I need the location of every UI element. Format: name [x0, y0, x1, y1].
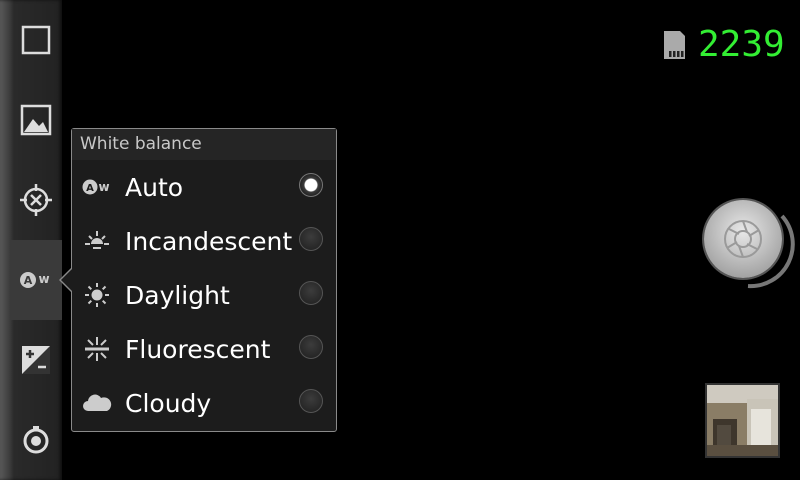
option-auto[interactable]: Aw Auto: [72, 160, 336, 214]
option-fluorescent[interactable]: Fluorescent: [72, 322, 336, 376]
scene-mode-button[interactable]: [10, 80, 62, 160]
radio-button[interactable]: [299, 227, 323, 251]
radio-button[interactable]: [299, 281, 323, 305]
option-incandescent[interactable]: Incandescent: [72, 214, 336, 268]
shutter-icon: [704, 200, 782, 278]
cloudy-icon: [82, 388, 112, 418]
svg-text:w: w: [98, 180, 109, 194]
white-balance-auto-icon: Aw: [82, 172, 112, 202]
option-label: Auto: [125, 172, 184, 202]
radio-button[interactable]: [299, 335, 323, 359]
svg-text:w: w: [38, 272, 49, 286]
shutter-button[interactable]: [700, 196, 796, 292]
option-daylight[interactable]: Daylight: [72, 268, 336, 322]
radio-button-selected[interactable]: [299, 173, 323, 197]
option-label: Cloudy: [125, 388, 212, 418]
photo-preview-image: [707, 385, 778, 456]
fluorescent-icon: [82, 334, 112, 364]
popup-title: White balance: [72, 129, 336, 160]
option-label: Incandescent: [125, 226, 293, 256]
focus-mode-button[interactable]: [10, 160, 62, 240]
daylight-icon: [82, 280, 112, 310]
scene-mode-icon: [20, 104, 52, 136]
settings-strip: Aw: [0, 0, 62, 480]
popup-pointer-inner: [61, 269, 72, 291]
white-balance-auto-icon: Aw: [20, 272, 50, 288]
last-photo-thumbnail[interactable]: [705, 383, 780, 458]
exposure-button[interactable]: [10, 320, 62, 400]
svg-text:A: A: [24, 274, 33, 287]
remaining-shots-counter: 2239: [698, 24, 785, 65]
white-balance-popup: White balance Aw Auto Incandescent Dayli…: [71, 128, 337, 432]
option-cloudy[interactable]: Cloudy: [72, 376, 336, 430]
option-label: Daylight: [125, 280, 230, 310]
svg-text:A: A: [86, 183, 94, 194]
white-balance-button[interactable]: Aw: [10, 240, 62, 320]
radio-button[interactable]: [299, 389, 323, 413]
camera-settings-button[interactable]: [10, 400, 62, 480]
sd-card-icon: [662, 30, 686, 64]
focus-icon: [20, 184, 52, 216]
option-label: Fluorescent: [125, 334, 271, 364]
square-icon: [21, 25, 51, 55]
incandescent-icon: [82, 226, 112, 256]
camera-settings-icon: [23, 426, 49, 454]
exposure-icon: [22, 346, 50, 374]
settings-square-button[interactable]: [10, 0, 62, 80]
